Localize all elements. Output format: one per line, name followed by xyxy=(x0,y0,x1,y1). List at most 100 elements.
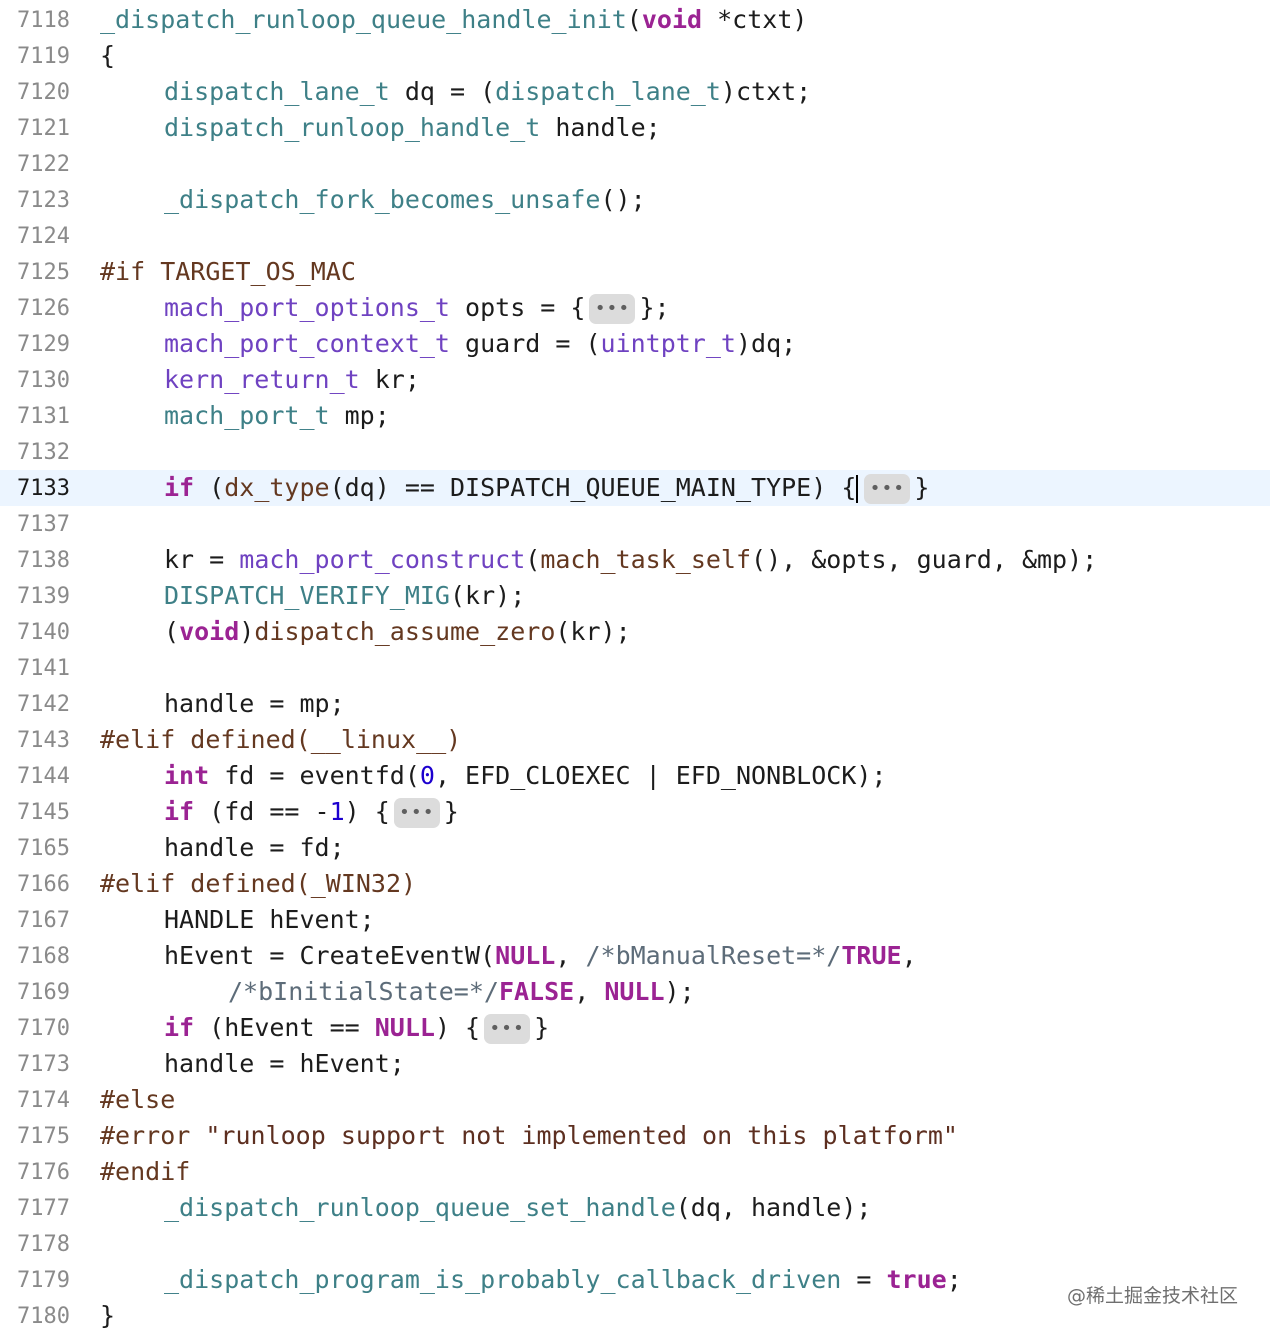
code-text[interactable]: _dispatch_runloop_queue_set_handle(dq, h… xyxy=(164,1190,871,1226)
code-text[interactable]: } xyxy=(100,1298,115,1334)
code-text[interactable]: { xyxy=(100,38,115,74)
code-line[interactable]: 7132 xyxy=(0,434,1270,470)
text-cursor xyxy=(856,475,859,503)
code-text[interactable]: hEvent = CreateEventW(NULL, /*bManualRes… xyxy=(164,938,917,974)
code-token: = xyxy=(841,1265,887,1294)
line-number: 7133 xyxy=(17,475,70,501)
code-line[interactable]: 7140 (void)dispatch_assume_zero(kr); xyxy=(0,614,1270,650)
code-text[interactable]: kern_return_t kr; xyxy=(164,362,420,398)
code-line[interactable]: 7120 dispatch_lane_t dq = (dispatch_lane_… xyxy=(0,74,1270,110)
code-text[interactable]: #elif defined(__linux__) xyxy=(100,722,461,758)
code-text[interactable]: #error "runloop support not implemented … xyxy=(100,1118,958,1154)
code-text[interactable]: mach_port_t mp; xyxy=(164,398,390,434)
code-token: dispatch_assume_zero xyxy=(254,617,556,646)
code-line[interactable]: 7144 int fd = eventfd(0, EFD_CLOEXEC | EF… xyxy=(0,758,1270,794)
code-token: hEvent = CreateEventW( xyxy=(164,941,496,970)
code-fold-button[interactable]: ••• xyxy=(393,798,440,828)
code-line[interactable]: 7126 mach_port_options_t opts = {•••}; xyxy=(0,290,1270,326)
code-line[interactable]: 7138 kr = mach_port_construct(mach_task_s… xyxy=(0,542,1270,578)
code-text[interactable]: _dispatch_program_is_probably_callback_d… xyxy=(164,1262,962,1298)
code-line[interactable]: 7139 DISPATCH_VERIFY_MIG(kr); xyxy=(0,578,1270,614)
code-line[interactable]: 7173 handle = hEvent; xyxy=(0,1046,1270,1082)
code-token: #else xyxy=(100,1085,176,1114)
code-line[interactable]: 7168 hEvent = CreateEventW(NULL, /*bManua… xyxy=(0,938,1270,974)
code-token: #elif defined(_WIN32) xyxy=(100,869,417,898)
code-fold-button[interactable]: ••• xyxy=(589,294,636,324)
code-line[interactable]: 7178 xyxy=(0,1226,1270,1262)
code-line[interactable]: 7131 mach_port_t mp; xyxy=(0,398,1270,434)
code-line[interactable]: 7165 handle = fd; xyxy=(0,830,1270,866)
code-token: #elif defined(__linux__) xyxy=(100,725,462,754)
code-token: ) { xyxy=(344,797,390,826)
code-token: )ctxt; xyxy=(720,77,812,106)
code-text[interactable]: #else xyxy=(100,1082,175,1118)
code-line[interactable]: 7145 if (fd == -1) {•••} xyxy=(0,794,1270,830)
code-token: NULL xyxy=(604,977,665,1006)
code-token: opts = { xyxy=(449,293,586,322)
code-token: void xyxy=(179,617,240,646)
code-text[interactable]: if (dx_type(dq) == DISPATCH_QUEUE_MAIN_T… xyxy=(164,470,929,506)
code-token: HANDLE hEvent; xyxy=(164,905,375,934)
code-text[interactable]: handle = fd; xyxy=(164,830,345,866)
code-token: (dq) == DISPATCH_QUEUE_MAIN_TYPE) { xyxy=(329,473,857,502)
code-text[interactable]: dispatch_lane_t dq = (dispatch_lane_t)ct… xyxy=(164,74,811,110)
code-line[interactable]: 7167 HANDLE hEvent; xyxy=(0,902,1270,938)
code-token: handle = hEvent; xyxy=(164,1049,405,1078)
code-line[interactable]: 7124 xyxy=(0,218,1270,254)
line-number: 7168 xyxy=(17,943,70,969)
code-fold-button[interactable]: ••• xyxy=(484,1014,531,1044)
code-line[interactable]: 7175 #error "runloop support not implemen… xyxy=(0,1118,1270,1154)
code-text[interactable]: mach_port_options_t opts = {•••}; xyxy=(164,290,670,326)
code-text[interactable]: #if TARGET_OS_MAC xyxy=(100,254,356,290)
code-token: mach_task_self xyxy=(540,545,752,574)
code-line[interactable]: 7129 mach_port_context_t guard = (uintptr… xyxy=(0,326,1270,362)
code-text[interactable]: dispatch_runloop_handle_t handle; xyxy=(164,110,661,146)
code-line[interactable]: 7130 kern_return_t kr; xyxy=(0,362,1270,398)
code-text[interactable]: (void)dispatch_assume_zero(kr); xyxy=(164,614,631,650)
code-line[interactable]: 7143 #elif defined(__linux__) xyxy=(0,722,1270,758)
code-line[interactable]: 7137 xyxy=(0,506,1270,542)
code-line[interactable]: 7176 #endif xyxy=(0,1154,1270,1190)
code-line[interactable]: 7119 { xyxy=(0,38,1270,74)
code-fold-button[interactable]: ••• xyxy=(864,474,911,504)
code-line[interactable]: 7169 /*bInitialState=*/FALSE, NULL); xyxy=(0,974,1270,1010)
code-text[interactable]: if (hEvent == NULL) {•••} xyxy=(164,1010,549,1046)
code-line[interactable]: 7121 dispatch_runloop_handle_t handle; xyxy=(0,110,1270,146)
code-line[interactable]: 7177 _dispatch_runloop_queue_set_handle(d… xyxy=(0,1190,1270,1226)
code-text[interactable]: DISPATCH_VERIFY_MIG(kr); xyxy=(164,578,525,614)
code-token: ; xyxy=(946,1265,962,1294)
line-number: 7174 xyxy=(17,1087,70,1113)
code-text[interactable]: int fd = eventfd(0, EFD_CLOEXEC | EFD_NO… xyxy=(164,758,886,794)
code-text[interactable]: #elif defined(_WIN32) xyxy=(100,866,416,902)
code-token: _dispatch_fork_becomes_unsafe xyxy=(164,185,601,214)
code-line[interactable]: 7142 handle = mp; xyxy=(0,686,1270,722)
code-text[interactable]: #endif xyxy=(100,1154,190,1190)
code-line[interactable]: 7174 #else xyxy=(0,1082,1270,1118)
code-text[interactable]: kr = mach_port_construct(mach_task_self(… xyxy=(164,542,1097,578)
code-text[interactable]: /*bInitialState=*/FALSE, NULL); xyxy=(228,974,695,1010)
code-text[interactable]: _dispatch_fork_becomes_unsafe(); xyxy=(164,182,646,218)
code-text[interactable]: _dispatch_runloop_queue_handle_init(void… xyxy=(100,2,807,38)
code-token: ( xyxy=(164,617,180,646)
code-line[interactable]: 7166 #elif defined(_WIN32) xyxy=(0,866,1270,902)
code-text[interactable]: handle = mp; xyxy=(164,686,345,722)
code-line[interactable]: 7133 if (dx_type(dq) == DISPATCH_QUEUE_MA… xyxy=(0,470,1270,506)
code-token: uintptr_t xyxy=(600,329,736,358)
code-text[interactable]: if (fd == -1) {•••} xyxy=(164,794,459,830)
code-text[interactable]: handle = hEvent; xyxy=(164,1046,405,1082)
code-line[interactable]: 7118 _dispatch_runloop_queue_handle_init(… xyxy=(0,2,1270,38)
code-line[interactable]: 7122 xyxy=(0,146,1270,182)
code-token: ( xyxy=(626,5,642,34)
line-number: 7123 xyxy=(17,187,70,213)
line-number: 7138 xyxy=(17,547,70,573)
code-token: true xyxy=(886,1265,947,1294)
code-line[interactable]: 7123 _dispatch_fork_becomes_unsafe(); xyxy=(0,182,1270,218)
code-line[interactable]: 7170 if (hEvent == NULL) {•••} xyxy=(0,1010,1270,1046)
code-line[interactable]: 7125 #if TARGET_OS_MAC xyxy=(0,254,1270,290)
code-editor[interactable]: 7118 _dispatch_runloop_queue_handle_init(… xyxy=(0,0,1270,1338)
code-line[interactable]: 7141 xyxy=(0,650,1270,686)
code-text[interactable]: HANDLE hEvent; xyxy=(164,902,375,938)
code-token: }; xyxy=(639,293,670,322)
line-number: 7173 xyxy=(17,1051,70,1077)
code-text[interactable]: mach_port_context_t guard = (uintptr_t)d… xyxy=(164,326,796,362)
